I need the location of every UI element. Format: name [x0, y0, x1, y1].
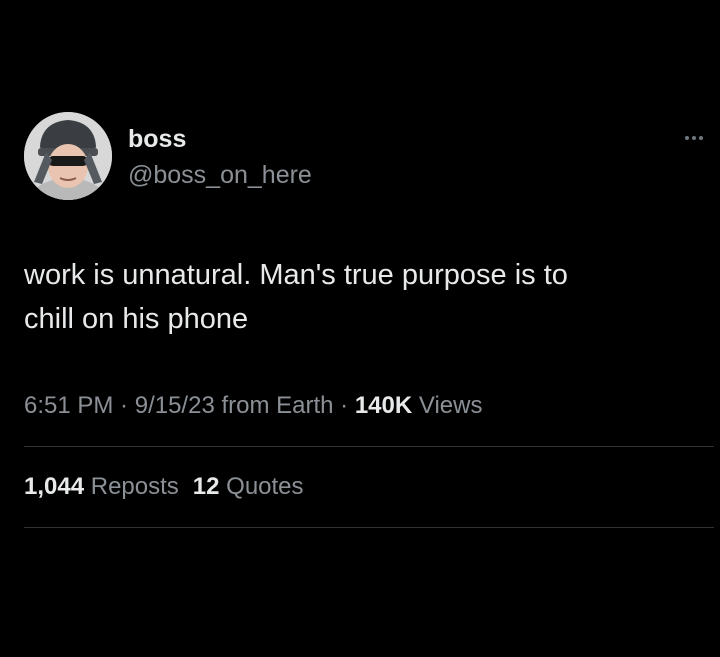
more-dot	[685, 136, 689, 140]
more-dot	[692, 136, 696, 140]
reposts-label: Reposts	[84, 473, 179, 500]
reposts-count: 1,044	[24, 473, 85, 500]
meta-separator: ·	[113, 392, 135, 419]
divider	[24, 446, 714, 447]
views-label: Views	[412, 392, 483, 419]
tweet-date-source[interactable]: 9/15/23 from Earth	[135, 392, 334, 419]
quotes-label: Quotes	[219, 473, 304, 500]
views-count: 140K	[354, 392, 413, 419]
avatar-photo-icon	[24, 112, 112, 200]
divider	[24, 527, 714, 528]
more-dot	[699, 136, 703, 140]
quotes-link[interactable]: 12 Quotes	[193, 473, 304, 500]
tweet-time[interactable]: 6:51 PM	[24, 392, 113, 419]
display-name[interactable]: boss	[128, 124, 186, 154]
engagement-stats: 1,044 Reposts 12 Quotes	[24, 471, 318, 503]
avatar[interactable]	[24, 112, 112, 200]
tweet-text: work is unnatural. Man's true purpose is…	[24, 259, 568, 335]
tweet-meta: 6:51 PM · 9/15/23 from Earth · 140K View…	[24, 390, 482, 422]
reposts-link[interactable]: 1,044 Reposts	[24, 473, 179, 500]
meta-separator: ·	[333, 392, 355, 419]
user-handle[interactable]: @boss_on_here	[128, 160, 312, 190]
more-options-icon[interactable]	[678, 126, 710, 150]
tweet: boss @boss_on_here work is unnatural. Ma…	[0, 0, 720, 657]
quotes-count: 12	[192, 473, 220, 500]
